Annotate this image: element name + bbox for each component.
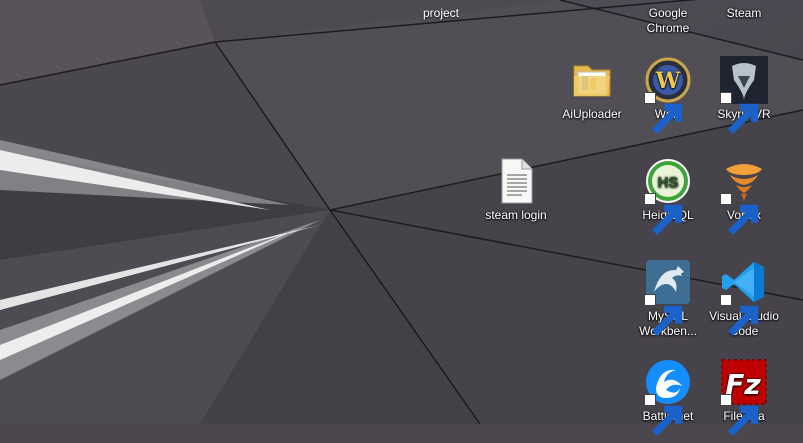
shortcut-arrow-icon bbox=[644, 92, 683, 134]
desktop-icon-heidisql[interactable]: HS HeidiSQL bbox=[631, 157, 705, 235]
shortcut-arrow-icon bbox=[644, 394, 683, 436]
shortcut-arrow-icon bbox=[720, 92, 759, 134]
desktop-icon-aiuploader[interactable]: AiUploader bbox=[555, 56, 629, 122]
world-of-warcraft-icon: W bbox=[644, 56, 692, 134]
desktop-icon-steam[interactable]: Steam bbox=[707, 6, 781, 21]
shortcut-arrow-icon bbox=[720, 294, 759, 336]
shortcut-arrow-icon bbox=[720, 394, 759, 436]
skyrim-icon bbox=[720, 56, 768, 134]
desktop-icon-label: Google Chrome bbox=[646, 6, 690, 35]
desktop-icon-skyrimvr[interactable]: SkyrimVR bbox=[707, 56, 781, 134]
heidisql-icon: HS bbox=[644, 157, 692, 235]
battle-net-icon bbox=[644, 358, 692, 436]
shortcut-arrow-icon bbox=[644, 294, 683, 336]
desktop-icon-vortex[interactable]: Vortex bbox=[707, 157, 781, 235]
desktop-icon-visual-studio-code[interactable]: Visual Studio Code bbox=[707, 258, 781, 339]
desktop-icon-battle-net[interactable]: Battle.net bbox=[631, 358, 705, 436]
desktop-icon-project[interactable]: project bbox=[404, 6, 478, 20]
folder-icon bbox=[568, 56, 616, 104]
desktop-icon-label: project bbox=[422, 6, 460, 20]
desktop-icon-google-chrome[interactable]: Google Chrome bbox=[631, 6, 705, 36]
desktop-icon-mysql-workbench[interactable]: MySQL Workben... bbox=[631, 258, 705, 339]
desktop-icon-label: steam login bbox=[485, 208, 547, 222]
desktop-icon-steam-login[interactable]: steam login bbox=[479, 157, 553, 223]
vortex-icon bbox=[720, 157, 768, 235]
filezilla-icon: Fz bbox=[720, 358, 768, 436]
desktop-icon-label: Steam bbox=[726, 6, 762, 20]
shortcut-arrow-icon bbox=[644, 193, 683, 235]
desktop-icon-wow[interactable]: W Wow bbox=[631, 56, 705, 134]
mysql-workbench-icon bbox=[644, 258, 692, 336]
desktop-icon-label: AiUploader bbox=[562, 107, 622, 121]
desktop-icon-filezilla[interactable]: Fz FileZilla bbox=[707, 358, 781, 436]
text-file-icon bbox=[492, 157, 540, 205]
svg-text:HS: HS bbox=[658, 174, 679, 191]
svg-text:W: W bbox=[655, 68, 681, 94]
shortcut-arrow-icon bbox=[720, 193, 759, 235]
vscode-icon bbox=[720, 258, 768, 336]
